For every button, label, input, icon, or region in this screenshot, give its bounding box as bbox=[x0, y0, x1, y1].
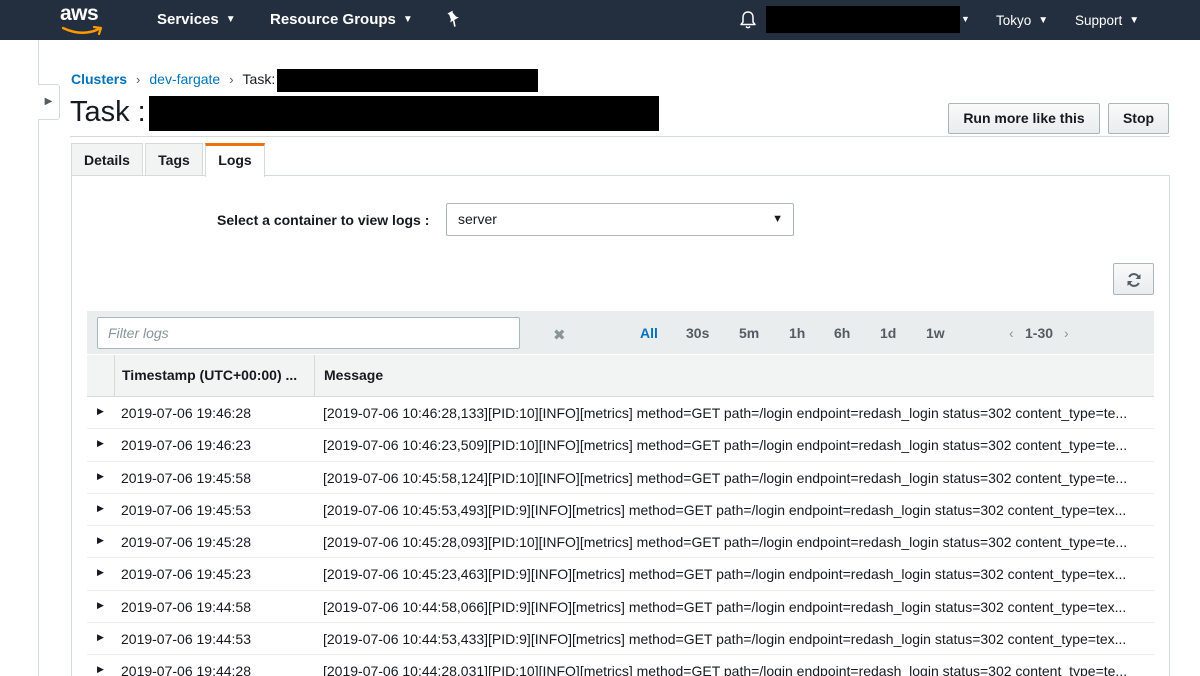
chevron-down-icon: ▼ bbox=[225, 14, 236, 25]
row-timestamp: 2019-07-06 19:45:28 bbox=[121, 534, 251, 551]
resource-groups-label: Resource Groups bbox=[270, 11, 396, 28]
aws-smile-icon bbox=[62, 26, 103, 36]
refresh-button[interactable] bbox=[1113, 263, 1154, 295]
resource-groups-menu[interactable]: Resource Groups ▼ bbox=[270, 11, 413, 28]
account-menu-redacted[interactable] bbox=[766, 6, 960, 33]
column-header-timestamp[interactable]: Timestamp (UTC+00:00) ... bbox=[122, 355, 307, 396]
expand-row-icon[interactable]: ▶ bbox=[97, 535, 104, 546]
tab-logs[interactable]: Logs bbox=[205, 143, 265, 177]
row-timestamp: 2019-07-06 19:44:28 bbox=[121, 663, 251, 676]
range-1w[interactable]: 1w bbox=[926, 325, 945, 341]
next-page-icon[interactable]: › bbox=[1064, 325, 1069, 341]
support-label: Support bbox=[1075, 13, 1123, 28]
stop-button[interactable]: Stop bbox=[1108, 103, 1169, 134]
bell-icon[interactable] bbox=[738, 10, 758, 30]
row-timestamp: 2019-07-06 19:45:53 bbox=[121, 501, 251, 518]
table-row[interactable]: ▶ 2019-07-06 19:44:58 [2019-07-06 10:44:58… bbox=[87, 591, 1154, 624]
previous-page-icon[interactable]: ‹ bbox=[1009, 325, 1014, 341]
row-message: [2019-07-06 10:44:28,031][PID:10][INFO][… bbox=[323, 663, 1128, 676]
chevron-down-icon: ▼ bbox=[1129, 15, 1140, 26]
breadcrumb-clusters[interactable]: Clusters bbox=[71, 71, 127, 87]
row-message: [2019-07-06 10:45:23,463][PID:9][INFO][m… bbox=[323, 566, 1127, 583]
table-row[interactable]: ▶ 2019-07-06 19:45:53 [2019-07-06 10:45:53… bbox=[87, 494, 1154, 527]
column-divider bbox=[314, 355, 315, 396]
table-row[interactable]: ▶ 2019-07-06 19:45:28 [2019-07-06 10:45:28… bbox=[87, 526, 1154, 559]
range-6h[interactable]: 6h bbox=[834, 325, 850, 341]
chevron-down-icon: ▼ bbox=[402, 14, 413, 25]
container-select-label: Select a container to view logs : bbox=[217, 212, 430, 228]
aws-logo-text: aws bbox=[60, 2, 99, 25]
breadcrumb-task: Task: bbox=[242, 71, 276, 88]
expand-row-icon[interactable]: ▶ bbox=[97, 503, 104, 514]
range-all[interactable]: All bbox=[640, 325, 658, 341]
row-timestamp: 2019-07-06 19:45:58 bbox=[121, 469, 251, 486]
container-select[interactable]: server ▼ bbox=[446, 203, 794, 236]
side-panel-toggle[interactable]: ▶ bbox=[38, 84, 60, 120]
row-message: [2019-07-06 10:45:28,093][PID:10][INFO][… bbox=[323, 534, 1128, 551]
row-message: [2019-07-06 10:44:53,433][PID:9][INFO][m… bbox=[323, 631, 1127, 648]
table-row[interactable]: ▶ 2019-07-06 19:46:23 [2019-07-06 10:46:23… bbox=[87, 429, 1154, 462]
container-select-value: server bbox=[458, 211, 497, 227]
breadcrumb: Clusters › dev-fargate › Task: bbox=[71, 69, 539, 92]
expand-row-icon[interactable]: ▶ bbox=[97, 600, 104, 611]
pagination-range: 1-30 bbox=[1025, 325, 1054, 341]
chevron-right-icon: › bbox=[136, 72, 141, 88]
range-5m[interactable]: 5m bbox=[739, 325, 759, 341]
breadcrumb-cluster[interactable]: dev-fargate bbox=[149, 71, 220, 87]
task-title-redacted bbox=[149, 96, 659, 131]
run-more-like-this-button[interactable]: Run more like this bbox=[948, 103, 1100, 134]
expand-row-icon[interactable]: ▶ bbox=[97, 567, 104, 578]
services-label: Services bbox=[157, 11, 219, 28]
range-1d[interactable]: 1d bbox=[880, 325, 896, 341]
range-1h[interactable]: 1h bbox=[789, 325, 805, 341]
row-message: [2019-07-06 10:45:53,493][PID:9][INFO][m… bbox=[323, 501, 1127, 518]
column-divider bbox=[114, 355, 115, 396]
chevron-down-icon: ▼ bbox=[1038, 15, 1049, 26]
expand-row-icon[interactable]: ▶ bbox=[97, 438, 104, 449]
support-menu[interactable]: Support ▼ bbox=[1075, 13, 1139, 28]
services-menu[interactable]: Services ▼ bbox=[157, 11, 236, 28]
table-row[interactable]: ▶ 2019-07-06 19:45:23 [2019-07-06 10:45:23… bbox=[87, 558, 1154, 591]
page-title: Task : bbox=[70, 96, 146, 128]
caret-down-icon: ▼ bbox=[772, 213, 783, 225]
range-30s[interactable]: 30s bbox=[686, 325, 709, 341]
task-id-redacted bbox=[277, 69, 539, 92]
table-row[interactable]: ▶ 2019-07-06 19:44:28 [2019-07-06 10:44:28… bbox=[87, 655, 1154, 676]
row-timestamp: 2019-07-06 19:44:58 bbox=[121, 598, 251, 615]
expand-row-icon[interactable]: ▶ bbox=[97, 632, 104, 643]
region-label: Tokyo bbox=[996, 13, 1032, 28]
region-menu[interactable]: Tokyo ▼ bbox=[996, 13, 1048, 28]
chevron-right-icon: ▶ bbox=[44, 96, 53, 107]
divider bbox=[70, 136, 1170, 137]
table-row[interactable]: ▶ 2019-07-06 19:44:53 [2019-07-06 10:44:53… bbox=[87, 623, 1154, 656]
side-panel-border bbox=[38, 40, 39, 676]
aws-logo[interactable]: aws bbox=[60, 2, 106, 36]
row-message: [2019-07-06 10:46:23,509][PID:10][INFO][… bbox=[323, 437, 1128, 454]
refresh-icon bbox=[1127, 273, 1141, 287]
log-table-body: ▶ 2019-07-06 19:46:28 [2019-07-06 10:46:28… bbox=[87, 397, 1154, 676]
row-message: [2019-07-06 10:46:28,133][PID:10][INFO][… bbox=[323, 405, 1128, 421]
row-timestamp: 2019-07-06 19:45:23 bbox=[121, 566, 251, 583]
filter-logs-input[interactable] bbox=[97, 317, 520, 349]
row-timestamp: 2019-07-06 19:46:28 bbox=[121, 405, 251, 421]
clear-icon[interactable]: ✖ bbox=[553, 326, 566, 344]
tab-details[interactable]: Details bbox=[71, 143, 143, 176]
row-timestamp: 2019-07-06 19:46:23 bbox=[121, 437, 251, 454]
table-row[interactable]: ▶ 2019-07-06 19:45:58 [2019-07-06 10:45:58… bbox=[87, 462, 1154, 494]
expand-row-icon[interactable]: ▶ bbox=[97, 406, 104, 417]
row-timestamp: 2019-07-06 19:44:53 bbox=[121, 631, 251, 648]
table-row[interactable]: ▶ 2019-07-06 19:46:28 [2019-07-06 10:46:28… bbox=[87, 397, 1154, 430]
row-message: [2019-07-06 10:45:58,124][PID:10][INFO][… bbox=[323, 469, 1128, 486]
column-header-message[interactable]: Message bbox=[324, 355, 624, 396]
top-navigation-bar: aws Services ▼ Resource Groups ▼ ▼ Tokyo ▼ … bbox=[0, 0, 1200, 40]
chevron-down-icon[interactable]: ▼ bbox=[961, 14, 970, 24]
expand-row-icon[interactable]: ▶ bbox=[97, 471, 104, 482]
log-table-header: Timestamp (UTC+00:00) ... Message bbox=[87, 355, 1154, 397]
row-message: [2019-07-06 10:44:58,066][PID:9][INFO][m… bbox=[323, 598, 1127, 615]
expand-row-icon[interactable]: ▶ bbox=[97, 664, 104, 675]
chevron-right-icon: › bbox=[229, 72, 234, 88]
tab-tags[interactable]: Tags bbox=[145, 143, 203, 176]
pin-icon[interactable] bbox=[446, 10, 462, 28]
